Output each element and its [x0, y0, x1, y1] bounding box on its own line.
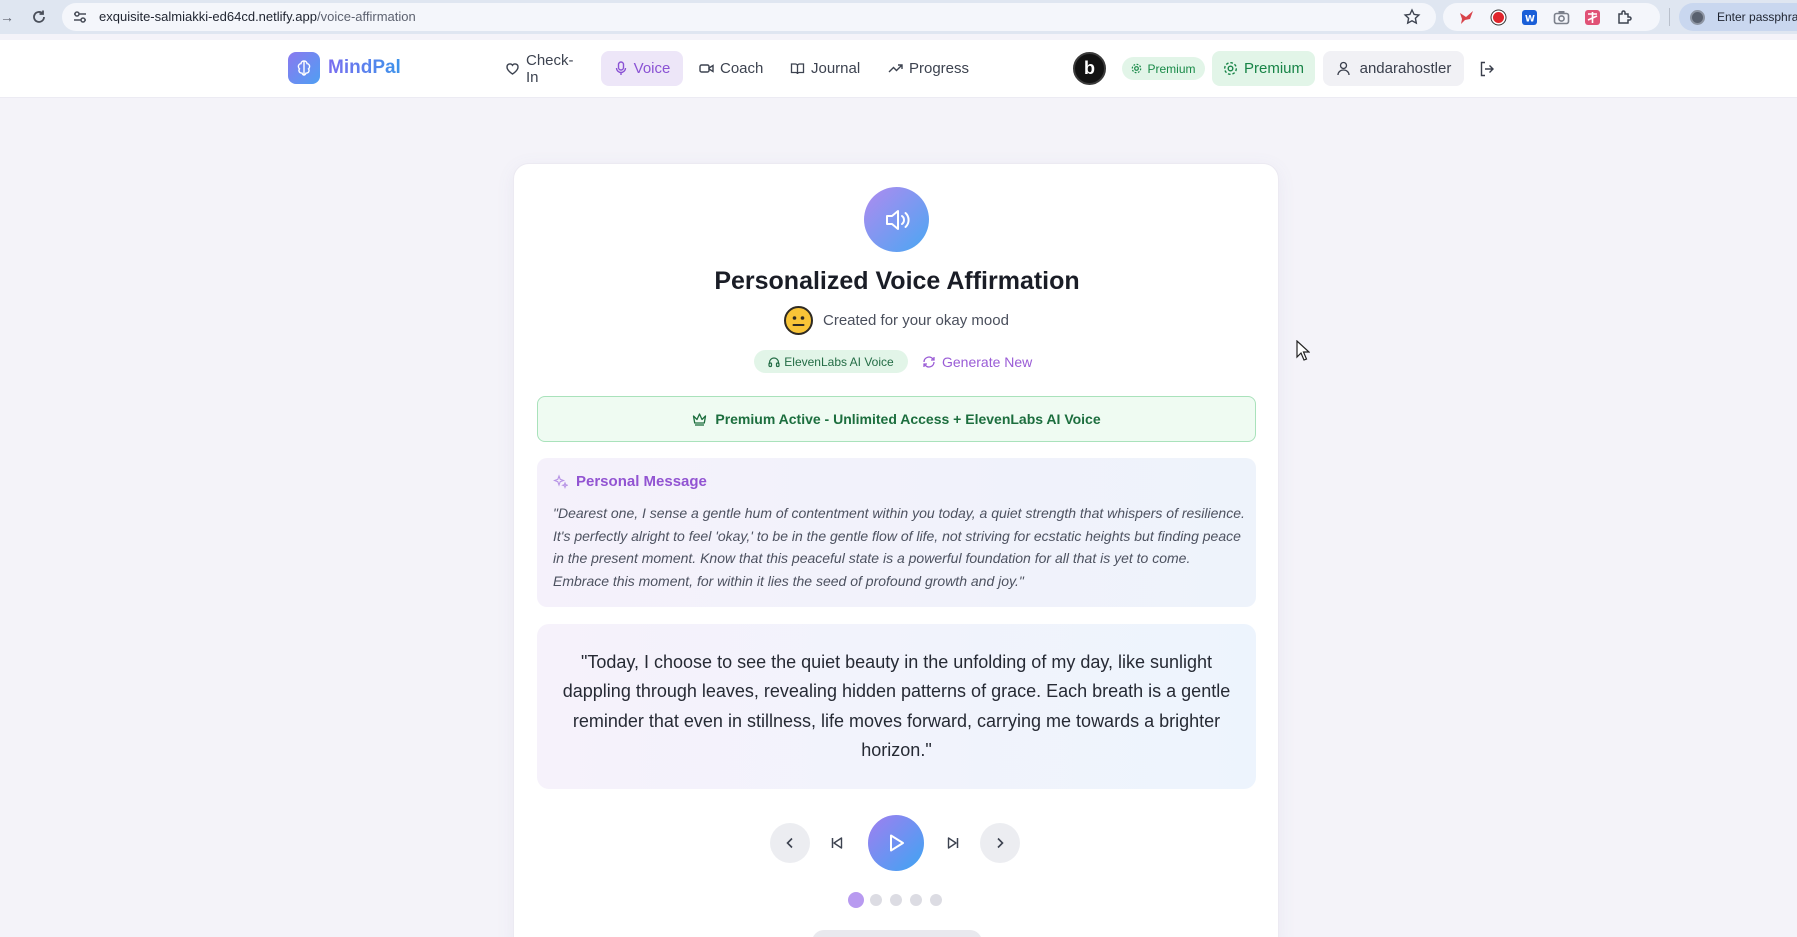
- generate-new-button[interactable]: Generate New: [922, 350, 1032, 373]
- neutral-face-icon: [784, 305, 813, 335]
- app-logo[interactable]: MindPal: [328, 57, 401, 79]
- personal-message-box: Personal Message "Dearest one, I sense a…: [537, 458, 1256, 607]
- heart-icon: [506, 63, 519, 75]
- address-bar[interactable]: exquisite-salmiakki-ed64cd.netlify.app/v…: [62, 3, 1436, 31]
- url-path: /voice-affirmation: [316, 9, 416, 24]
- nav-check-in[interactable]: Check-In: [505, 51, 586, 86]
- app-header: MindPal Check-In Voice Coach Journal Pro…: [0, 40, 1797, 98]
- previous-button[interactable]: [770, 823, 810, 863]
- puzzle-extensions-icon[interactable]: [1616, 9, 1633, 26]
- profile-button[interactable]: Enter passphras: [1679, 3, 1797, 31]
- user-account-button[interactable]: andarahostler: [1323, 51, 1464, 86]
- nav-voice-label: Voice: [633, 60, 671, 77]
- user-icon: [1336, 61, 1350, 76]
- affirmation-text: "Today, I choose to see the quiet beauty…: [562, 651, 1231, 761]
- mouse-cursor-icon: [1296, 340, 1310, 361]
- nav-check-in-label: Check-In: [526, 51, 574, 86]
- premium-button-label: Premium: [1243, 60, 1304, 77]
- skip-back-button[interactable]: [825, 831, 849, 855]
- next-button[interactable]: [980, 823, 1020, 863]
- pagination-dot[interactable]: [848, 892, 864, 908]
- crown-icon: [693, 413, 707, 426]
- book-icon: [790, 63, 805, 75]
- profile-text: Enter passphras: [1717, 10, 1797, 24]
- translate-extension-icon[interactable]: W: [1521, 9, 1538, 26]
- nav-progress[interactable]: Progress: [888, 51, 970, 86]
- chevron-right-icon: [997, 837, 1004, 849]
- pagination-dot[interactable]: [870, 894, 882, 906]
- nav-coach[interactable]: Coach: [699, 51, 769, 86]
- nav-voice[interactable]: Voice: [601, 51, 683, 86]
- video-icon: [699, 64, 714, 73]
- generate-new-label: Generate New: [942, 353, 1033, 370]
- pagination-dot[interactable]: [930, 894, 942, 906]
- profile-avatar-icon: [1690, 10, 1705, 25]
- logout-icon[interactable]: [1478, 60, 1496, 78]
- bookmark-star-icon[interactable]: [1403, 8, 1421, 26]
- back-arrow-icon[interactable]: →: [0, 9, 14, 25]
- kanji-extension-icon[interactable]: [1584, 9, 1601, 26]
- username-label: andarahostler: [1359, 60, 1452, 77]
- affirmation-box: "Today, I choose to see the quiet beauty…: [537, 624, 1256, 789]
- personal-message-text: "Dearest one, I sense a gentle hum of co…: [553, 505, 1245, 590]
- gear-icon: [1132, 63, 1142, 74]
- bird-extension-icon[interactable]: [1458, 9, 1475, 26]
- b-brand-logo[interactable]: b: [1073, 52, 1106, 85]
- skip-forward-button[interactable]: [941, 831, 965, 855]
- site-info-icon[interactable]: [72, 10, 88, 24]
- premium-button[interactable]: Premium: [1212, 51, 1315, 86]
- reload-icon[interactable]: [29, 7, 49, 27]
- chevron-left-icon: [786, 837, 793, 849]
- sparkles-icon: [553, 474, 568, 489]
- settings-icon: [1223, 61, 1237, 76]
- skip-forward-icon: [947, 837, 959, 849]
- speaker-volume-icon: [864, 187, 929, 252]
- play-button[interactable]: [868, 815, 924, 871]
- affirmation-card: Personalized Voice Affirmation Created f…: [513, 163, 1279, 937]
- headphones-icon: [768, 356, 780, 367]
- nav-coach-label: Coach: [720, 60, 764, 77]
- play-icon: [890, 834, 904, 852]
- browser-toolbar: → exquisite-salmiakki-ed64cd.netlify.app…: [0, 0, 1797, 34]
- refresh-icon: [923, 355, 935, 368]
- nav-progress-label: Progress: [909, 60, 970, 77]
- url-text[interactable]: exquisite-salmiakki-ed64cd.netlify.app/v…: [99, 9, 416, 24]
- url-host: exquisite-salmiakki-ed64cd.netlify.app: [99, 9, 317, 24]
- nav-journal-label: Journal: [811, 60, 861, 77]
- mood-row: Created for your okay mood: [784, 305, 1009, 335]
- record-extension-icon[interactable]: [1490, 9, 1507, 26]
- brain-logo-icon[interactable]: [288, 52, 320, 84]
- personal-message-title: Personal Message: [576, 473, 707, 490]
- microphone-icon: [615, 61, 626, 75]
- premium-badge-label: Premium: [1147, 61, 1196, 76]
- personal-message-header: Personal Message: [553, 473, 707, 490]
- pagination-dot[interactable]: [910, 894, 922, 906]
- skip-back-icon: [831, 837, 843, 849]
- toolbar-divider: [1669, 8, 1670, 26]
- trending-up-icon: [888, 64, 903, 73]
- camera-extension-icon[interactable]: [1553, 9, 1570, 26]
- nav-journal[interactable]: Journal: [790, 51, 862, 86]
- premium-banner-text: Premium Active - Unlimited Access + Elev…: [715, 411, 1101, 427]
- svg-text:W: W: [1525, 15, 1535, 25]
- voice-badge-label: ElevenLabs AI Voice: [784, 354, 894, 369]
- premium-active-banner: Premium Active - Unlimited Access + Elev…: [537, 396, 1256, 442]
- bottom-action-button[interactable]: [812, 930, 982, 937]
- extensions-group: W: [1443, 3, 1660, 31]
- ai-voice-badge: ElevenLabs AI Voice: [754, 350, 908, 373]
- page-title: Personalized Voice Affirmation: [714, 267, 1080, 295]
- mood-text: Created for your okay mood: [823, 311, 1009, 329]
- affirmation-pagination: [848, 892, 950, 908]
- premium-status-badge: Premium: [1122, 57, 1205, 80]
- pagination-dot[interactable]: [890, 894, 902, 906]
